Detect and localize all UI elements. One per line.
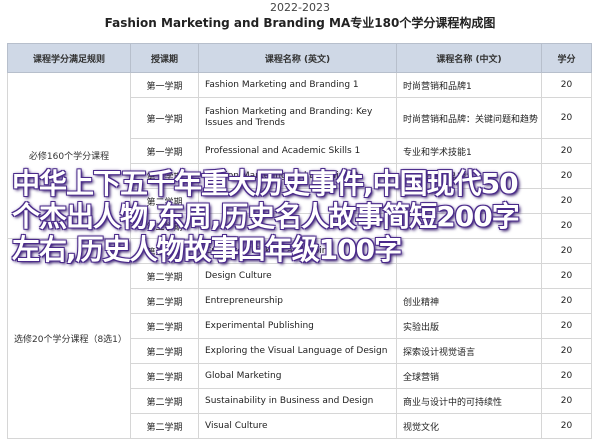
course-cn-cell bbox=[396, 238, 542, 264]
credit-cell: 20 bbox=[541, 213, 592, 239]
column-header: 授课期 bbox=[130, 43, 199, 73]
term-cell: 第二学期 bbox=[130, 388, 199, 414]
course-cn-cell: 全球营销 bbox=[396, 363, 542, 389]
course-en-cell: Creative Thinking and Doing bbox=[198, 238, 397, 264]
page-title: Fashion Marketing and Branding MA专业180个学… bbox=[104, 16, 496, 30]
course-en-cell: Design Culture bbox=[198, 263, 397, 289]
credit-cell: 20 bbox=[541, 163, 592, 189]
term-cell: 第二学期 bbox=[130, 163, 199, 189]
credit-cell: 20 bbox=[541, 138, 592, 164]
term-cell: 第二学期 bbox=[130, 363, 199, 389]
term-cell: 第二学期 bbox=[130, 238, 199, 264]
credit-cell: 20 bbox=[541, 363, 592, 389]
column-header: 课程学分满足规则 bbox=[7, 43, 131, 73]
course-cn-cell: 专业和学术技能1 bbox=[396, 138, 542, 164]
course-en-cell: Fashion Marketing and Branding 1 bbox=[198, 72, 397, 98]
credit-cell: 20 bbox=[541, 313, 592, 339]
course-en-cell: Fashion Marketing and Branding: Key Issu… bbox=[198, 97, 397, 139]
course-en-cell: Experimental Publishing bbox=[198, 313, 397, 339]
course-en-cell bbox=[198, 213, 397, 239]
credit-cell: 20 bbox=[541, 388, 592, 414]
course-cn-cell: 时尚营销和品牌1 bbox=[396, 72, 542, 98]
column-header: 课程名称 (英文) bbox=[198, 43, 397, 73]
term-cell: 第二学期 bbox=[130, 263, 199, 289]
group-label-elective: 选修20个学分课程（8选1） bbox=[7, 238, 131, 439]
course-en-cell: Fashion Marketing and Branding 2 bbox=[198, 163, 397, 189]
course-cn-cell bbox=[396, 188, 542, 214]
course-en-cell: Exploring the Visual Language of Design bbox=[198, 338, 397, 364]
term-cell: 第二学期 bbox=[130, 338, 199, 364]
course-cn-cell: 商业与设计中的可持续性 bbox=[396, 388, 542, 414]
term-cell: 第一学期 bbox=[130, 72, 199, 98]
credit-cell: 20 bbox=[541, 288, 592, 314]
table-row: 必修160个学分课程 第一学期 Fashion Marketing and Br… bbox=[7, 72, 592, 239]
course-cn-cell bbox=[396, 213, 542, 239]
course-cn-cell: 创业精神 bbox=[396, 288, 542, 314]
year-label: 2022-2023 bbox=[270, 1, 330, 14]
table-header-row: 课程学分满足规则 授课期 课程名称 (英文) 课程名称 (中文) 学分 bbox=[7, 43, 592, 73]
credit-cell: 20 bbox=[541, 188, 592, 214]
credit-cell: 20 bbox=[541, 97, 592, 139]
curriculum-table: 课程学分满足规则 授课期 课程名称 (英文) 课程名称 (中文) 学分 必修16… bbox=[7, 43, 592, 439]
group-label-required: 必修160个学分课程 bbox=[7, 72, 131, 239]
course-cn-cell bbox=[396, 263, 542, 289]
credit-cell: 20 bbox=[541, 238, 592, 264]
course-en-cell: Global Marketing bbox=[198, 363, 397, 389]
course-cn-cell: 时尚营销和品牌：关键问题和趋势 bbox=[396, 97, 542, 139]
course-en-cell: Professional and Academic Skills 1 bbox=[198, 138, 397, 164]
column-header: 学分 bbox=[541, 43, 592, 73]
course-cn-cell: 实验出版 bbox=[396, 313, 542, 339]
column-header: 课程名称 (中文) bbox=[396, 43, 542, 73]
term-cell: 第二学期 bbox=[130, 188, 199, 214]
credit-cell: 20 bbox=[541, 263, 592, 289]
credit-cell: 20 bbox=[541, 338, 592, 364]
course-en-cell bbox=[198, 188, 397, 214]
term-cell: 第一学期 bbox=[130, 97, 199, 139]
term-cell: 第二学期 bbox=[130, 313, 199, 339]
term-cell: 第二学期 bbox=[130, 213, 199, 239]
course-cn-cell: 时尚营销和品牌2 bbox=[396, 163, 542, 189]
course-en-cell: Entrepreneurship bbox=[198, 288, 397, 314]
table-row: 选修20个学分课程（8选1） 第二学期 Creative Thinking an… bbox=[7, 238, 592, 439]
term-cell: 第一学期 bbox=[130, 138, 199, 164]
course-en-cell: Sustainability in Business and Design bbox=[198, 388, 397, 414]
credit-cell: 20 bbox=[541, 72, 592, 98]
term-cell: 第二学期 bbox=[130, 288, 199, 314]
course-cn-cell: 探索设计视觉语言 bbox=[396, 338, 542, 364]
